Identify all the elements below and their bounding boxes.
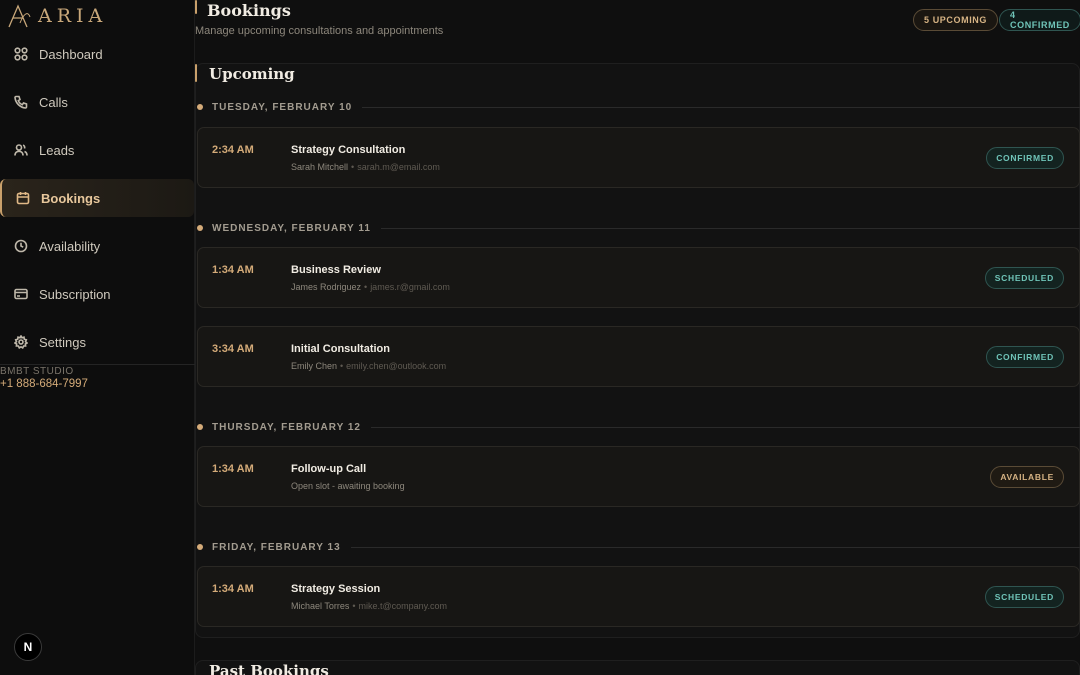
date-label: TUESDAY, FEBRUARY 10 [212,101,353,113]
sidebar-item-label: Bookings [41,190,101,206]
sidebar-item-label: Dashboard [39,46,103,62]
next-badge-button[interactable]: N [14,633,42,661]
status-badge: SCHEDULED [984,267,1064,289]
sidebar-item-bookings[interactable]: Bookings [0,179,194,217]
date-label: FRIDAY, FEBRUARY 13 [212,541,341,553]
section-title-past: Past Bookings [209,662,329,675]
section-accent-bar [195,64,197,82]
booking-meta: James Rodriguez • james.r@gmail.com [291,282,450,292]
upcoming-count-badge: 5 UPCOMING [913,9,999,31]
booking-card[interactable]: 1:34 AM Business Review James Rodriguez •… [197,247,1080,308]
card-icon [14,287,28,301]
studio-phone[interactable]: +1 888-684-7997 [0,378,88,390]
logo-text: ARIA [38,5,108,27]
title-accent-bar [195,0,197,14]
sidebar-item-leads[interactable]: Leads [0,131,194,169]
date-dot [197,104,203,110]
aria-logo[interactable]: ARIA [6,3,107,29]
date-divider [371,426,1080,428]
separator-dot: • [364,282,368,292]
booking-meta: Michael Torres • mike.t@company.com [291,601,447,611]
date-header: TUESDAY, FEBRUARY 10 [196,100,1080,114]
sidebar-divider [0,364,195,365]
booking-card[interactable]: 3:34 AM Initial Consultation Emily Chen •… [197,326,1080,387]
gear-icon [14,335,28,349]
client-email: james.r@gmail.com [370,282,450,292]
sidebar-item-availability[interactable]: Availability [0,227,194,265]
sidebar: ARIA Dashboard Calls Leads Bookings Avai… [0,0,195,675]
status-badge: SCHEDULED [984,586,1064,608]
booking-title: Follow-up Call [291,463,367,475]
booking-title: Strategy Session [291,583,381,595]
date-header: THURSDAY, FEBRUARY 12 [196,420,1080,434]
separator-dot: • [351,162,355,172]
past-bookings-panel: Past Bookings [195,660,1080,675]
clock-icon [14,239,28,253]
calendar-icon [16,191,30,205]
studio-name: BMBT STUDIO [0,366,74,377]
confirmed-count-badge: 4 CONFIRMED [999,9,1080,31]
status-badge: CONFIRMED [986,147,1064,169]
date-header: WEDNESDAY, FEBRUARY 11 [196,221,1080,235]
sidebar-item-label: Availability [39,238,101,254]
page-subtitle: Manage upcoming consultations and appoin… [195,25,444,37]
section-title-upcoming: Upcoming [209,65,295,83]
booking-time: 2:34 AM [212,144,254,156]
date-divider [380,227,1080,229]
client-email: sarah.m@email.com [357,162,440,172]
sidebar-item-label: Settings [39,334,86,350]
booking-card[interactable]: 2:34 AM Strategy Consultation Sarah Mitc… [197,127,1080,188]
client-email: mike.t@company.com [358,601,448,611]
client-name: Emily Chen [291,361,338,371]
booking-meta: Emily Chen • emily.chen@outlook.com [291,361,446,371]
users-icon [14,143,28,157]
status-badge: CONFIRMED [986,346,1064,368]
client-name: Sarah Mitchell [291,162,349,172]
phone-icon [14,95,28,109]
booking-time: 1:34 AM [212,583,254,595]
client-name: Michael Torres [291,601,350,611]
sidebar-item-label: Calls [39,94,68,110]
grid-icon [14,47,28,61]
booking-title: Business Review [291,264,381,276]
booking-time: 1:34 AM [212,264,254,276]
date-header: FRIDAY, FEBRUARY 13 [196,540,1080,554]
separator-dot: • [340,361,344,371]
page-title: Bookings [207,1,291,20]
main-content: Bookings Manage upcoming consultations a… [195,0,1080,675]
sidebar-item-settings[interactable]: Settings [0,323,194,361]
booking-title: Strategy Consultation [291,144,406,156]
aria-logo-icon [8,4,31,28]
sidebar-item-subscription[interactable]: Subscription [0,275,194,313]
status-badge: AVAILABLE [990,466,1064,488]
client-name: James Rodriguez [291,282,362,292]
sidebar-item-dashboard[interactable]: Dashboard [0,35,194,73]
booking-card[interactable]: 1:34 AM Follow-up Call Open slot - await… [197,446,1080,507]
sidebar-item-label: Leads [39,142,75,158]
date-dot [197,544,203,550]
booking-time: 3:34 AM [212,343,254,355]
booking-time: 1:34 AM [212,463,254,475]
date-dot [197,424,203,430]
sidebar-item-label: Subscription [39,286,111,302]
sidebar-item-calls[interactable]: Calls [0,83,194,121]
date-label: WEDNESDAY, FEBRUARY 11 [212,222,371,234]
client-email: emily.chen@outlook.com [346,361,447,371]
booking-note: Open slot - awaiting booking [291,481,405,491]
separator-dot: • [352,601,356,611]
date-divider [350,546,1080,548]
upcoming-panel: Upcoming TUESDAY, FEBRUARY 10 2:34 AM St… [195,63,1080,638]
booking-card[interactable]: 1:34 AM Strategy Session Michael Torres •… [197,566,1080,627]
date-divider [362,106,1080,108]
booking-title: Initial Consultation [291,343,390,355]
date-dot [197,225,203,231]
date-label: THURSDAY, FEBRUARY 12 [212,421,361,433]
booking-meta: Sarah Mitchell • sarah.m@email.com [291,162,440,172]
